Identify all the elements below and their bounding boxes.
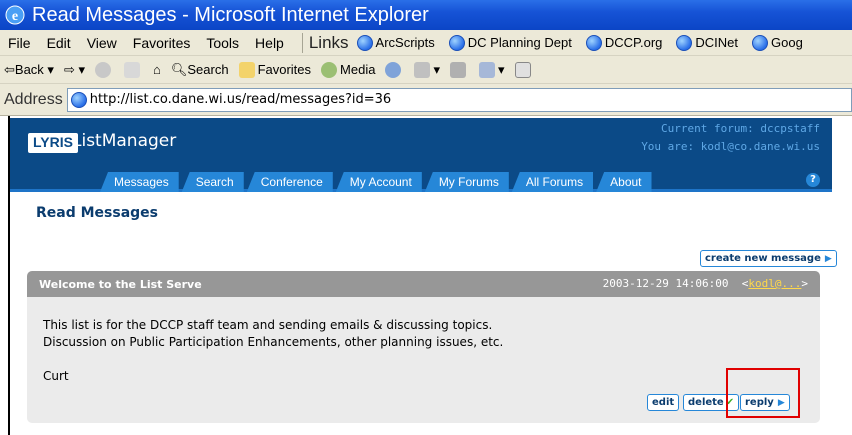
nav-bar: Messages Search Conference My Account My… [10,170,832,192]
history-icon [385,61,402,78]
message-body-line: This list is for the DCCP staff team and… [43,318,493,332]
address-input[interactable]: http://list.co.dane.wi.us/read/messages?… [66,87,852,112]
message-author-link[interactable]: kodl@... [748,277,801,290]
tab-about[interactable]: About [596,172,652,192]
app-name: ListManager [72,131,177,151]
chevron-down-icon: ▾ [43,61,54,77]
home-icon: ⌂ [152,62,161,77]
address-bar: Address http://list.co.dane.wi.us/read/m… [0,84,852,116]
tab-my-forums[interactable]: My Forums [424,172,509,192]
favorites-label: Favorites [257,62,312,77]
menu-view[interactable]: View [79,35,125,51]
current-user: You are: kodl@co.dane.wi.us [641,140,820,153]
discuss-icon [514,61,531,78]
menu-tools[interactable]: Tools [198,35,247,51]
standard-toolbar: ⇦ Back ▾ ⇨ ▾ ⌂ 🔍︎ Search Favorites Media… [0,56,852,84]
favorites-star-icon [238,61,255,78]
tab-messages[interactable]: Messages [100,172,179,192]
home-button[interactable]: ⌂ [153,62,161,77]
link-globe-icon [752,34,769,51]
message-meta: 2003-12-29 14:06:00 <kodl@...> [602,277,808,290]
internet-explorer-icon: e [5,5,25,25]
message-header: Welcome to the List Serve 2003-12-29 14:… [27,271,820,297]
search-icon: 🔍︎ [170,61,188,77]
mail-button[interactable]: ▾ [414,61,440,78]
refresh-button[interactable] [123,61,143,78]
menu-bar: File Edit View Favorites Tools Help Link… [0,30,852,56]
back-label: Back [14,62,44,77]
window-title-bar: e Read Messages - Microsoft Internet Exp… [0,0,852,30]
lyris-logo: LYRIS [28,133,78,153]
links-label: Links [308,32,349,52]
tab-all-forums[interactable]: All Forums [511,172,594,192]
link-arcscripts[interactable]: ArcScripts [356,34,435,51]
chevron-down-icon: ▾ [433,61,440,77]
edit-label: edit [652,397,675,408]
create-new-message-button[interactable]: create new message ▶ [700,250,837,267]
window-title: Read Messages - Microsoft Internet Explo… [32,3,429,26]
forward-arrow-icon: ⇨ ▾ [63,61,85,77]
media-label: Media [340,62,376,77]
search-button[interactable]: 🔍︎ Search [171,62,229,78]
menu-file[interactable]: File [0,35,39,51]
tab-my-account[interactable]: My Account [335,172,422,192]
discuss-button[interactable] [514,61,534,78]
link-label: Goog [771,35,803,50]
chevron-down-icon: ▾ [497,61,505,77]
link-dccp-org[interactable]: DCCP.org [585,34,663,51]
link-label: DCCP.org [604,35,663,50]
arrow-right-icon: ▶ [824,253,832,264]
link-dcinet[interactable]: DCINet [676,34,739,51]
edit-page-button[interactable]: ▾ [478,61,505,78]
forward-button[interactable]: ⇨ ▾ [64,62,85,78]
reply-highlight-box [726,368,800,418]
search-label: Search [187,62,229,77]
delete-label: delete [688,397,724,408]
create-new-message-label: create new message [705,253,821,264]
back-button[interactable]: ⇦ Back ▾ [4,62,54,78]
link-globe-icon [676,34,693,51]
refresh-icon [123,61,140,78]
tab-conference[interactable]: Conference [246,172,333,192]
back-arrow-icon: ⇦ [4,61,15,77]
nav-tabs: Messages Search Conference My Account My… [100,172,655,192]
link-label: DC Planning Dept [467,35,572,50]
edit-button[interactable]: edit [647,394,680,411]
menu-separator [301,32,303,53]
favorites-button[interactable]: Favorites [238,61,312,78]
media-icon [321,61,338,78]
menu-edit[interactable]: Edit [39,35,79,51]
message-body: This list is for the DCCP staff team and… [43,317,503,351]
menu-favorites[interactable]: Favorites [125,35,199,51]
word-icon [478,61,495,78]
print-icon [449,61,466,78]
link-globe-icon [585,34,602,51]
page-icon [70,91,87,108]
link-dc-planning[interactable]: DC Planning Dept [448,34,572,51]
help-icon[interactable]: ? [806,173,820,187]
message-signature: Curt [43,369,69,383]
lyris-header: LYRIS ListManager Current forum: dccpsta… [10,118,832,192]
message-date: 2003-12-29 14:06:00 [602,277,729,290]
link-label: ArcScripts [375,35,435,50]
stop-button[interactable] [94,61,114,78]
tab-search[interactable]: Search [181,172,244,192]
stop-icon [94,61,111,78]
history-button[interactable] [385,61,404,78]
address-url: http://list.co.dane.wi.us/read/messages?… [89,92,392,107]
message-body-line: Discussion on Public Participation Enhan… [43,335,504,349]
link-globe-icon [448,34,465,51]
link-label: DCINet [695,35,739,50]
print-button[interactable] [449,61,469,78]
mail-icon [414,61,431,78]
link-google[interactable]: Goog [752,34,803,51]
page-title: Read Messages [36,205,159,221]
svg-text:e: e [12,9,18,24]
menu-help[interactable]: Help [247,35,292,51]
media-button[interactable]: Media [321,61,376,78]
current-forum: Current forum: dccpstaff [661,122,820,135]
link-globe-icon [356,34,373,51]
address-label: Address [4,90,63,108]
message-subject: Welcome to the List Serve [39,277,202,291]
